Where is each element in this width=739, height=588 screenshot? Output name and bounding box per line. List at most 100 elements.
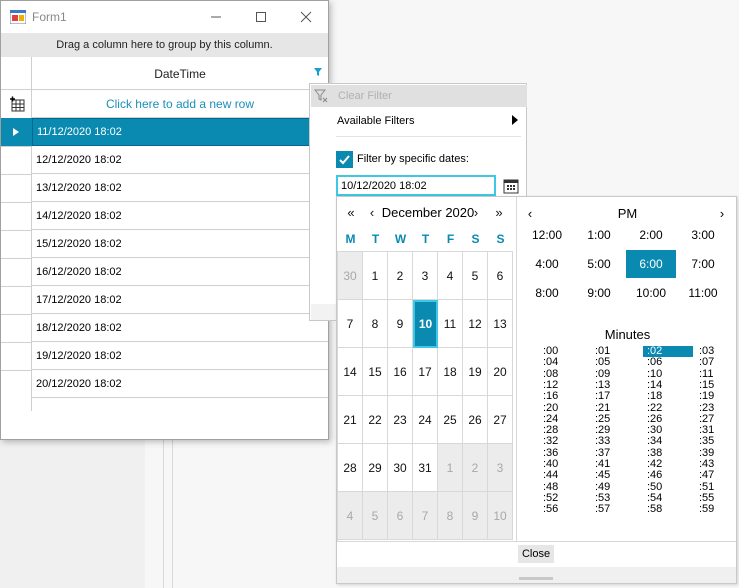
table-row[interactable]: 13/12/2020 18:02 [32,174,328,202]
hour-option[interactable]: 12:00 [522,221,572,249]
calendar-day[interactable]: 20 [488,348,513,396]
calendar-day[interactable]: 29 [363,444,388,492]
table-row[interactable]: 20/12/2020 18:02 [32,370,328,398]
filter-funnel-icon[interactable] [314,68,322,76]
calendar-day[interactable]: 27 [488,396,513,444]
hour-option[interactable]: 8:00 [522,279,572,307]
calendar-day[interactable]: 23 [388,396,413,444]
minute-option[interactable]: :08 [539,368,589,380]
minute-option[interactable]: :58 [643,504,693,515]
table-row[interactable]: 14/12/2020 18:02 [32,202,328,230]
minute-option[interactable]: :32 [539,436,589,447]
calendar-day[interactable]: 6 [388,492,413,540]
calendar-day[interactable]: 26 [463,396,488,444]
calendar-day[interactable]: 30 [338,252,363,300]
calendar-day[interactable]: 2 [463,444,488,492]
column-header-datetime[interactable]: DateTime [32,57,328,90]
minute-option[interactable]: :22 [643,402,693,414]
hour-option[interactable]: 1:00 [574,221,624,249]
hour-option[interactable]: 4:00 [522,250,572,278]
calendar-day[interactable]: 1 [363,252,388,300]
hour-option[interactable]: 9:00 [574,279,624,307]
minute-option[interactable]: :34 [643,436,693,447]
calendar-day[interactable]: 18 [438,348,463,396]
group-panel[interactable]: Drag a column here to group by this colu… [1,33,328,57]
calendar-day[interactable]: 25 [438,396,463,444]
table-row[interactable]: 11/12/2020 18:02 [32,118,328,146]
minute-option[interactable]: :45 [591,470,641,481]
next-period-button[interactable]: › [713,203,731,223]
minute-option[interactable]: :10 [643,368,693,380]
minute-option[interactable]: :16 [539,391,589,402]
calendar-day[interactable]: 5 [463,252,488,300]
minute-option[interactable]: :11 [695,368,739,380]
calendar-day[interactable]: 17 [413,348,438,396]
hour-option[interactable]: 10:00 [626,279,676,307]
table-row[interactable]: 17/12/2020 18:02 [32,286,328,314]
minute-option[interactable]: :09 [591,368,641,380]
hour-option[interactable]: 6:00 [626,250,676,278]
date-input[interactable]: 10/12/2020 18:02 [336,175,496,196]
calendar-day[interactable]: 24 [413,396,438,444]
calendar-day[interactable]: 1 [438,444,463,492]
calendar-day[interactable]: 12 [463,300,488,348]
hour-option[interactable]: 7:00 [678,250,728,278]
calendar-day[interactable]: 16 [388,348,413,396]
minute-option[interactable]: :19 [695,391,739,402]
minute-option[interactable]: :21 [591,402,641,414]
minute-option[interactable]: :20 [539,402,589,414]
minute-option[interactable]: :04 [539,357,589,368]
minute-option[interactable]: :48 [539,481,589,493]
clear-filter-item[interactable]: Clear Filter [311,85,527,107]
close-button[interactable] [283,1,328,33]
minute-option[interactable]: :35 [695,436,739,447]
calendar-day[interactable]: 3 [413,252,438,300]
hour-option[interactable]: 5:00 [574,250,624,278]
maximize-button[interactable] [238,1,283,33]
calendar-day[interactable]: 28 [338,444,363,492]
calendar-day[interactable]: 15 [363,348,388,396]
table-row[interactable]: 15/12/2020 18:02 [32,230,328,258]
resize-grip[interactable] [519,577,553,580]
calendar-day[interactable]: 7 [338,300,363,348]
next-month-button[interactable]: › [469,201,483,223]
minute-option[interactable]: :57 [591,504,641,515]
calendar-day[interactable]: 7 [413,492,438,540]
table-row[interactable]: 12/12/2020 18:02 [32,146,328,174]
calendar-day[interactable]: 9 [388,300,413,348]
calendar-day[interactable]: 11 [438,300,463,348]
minute-option[interactable]: :56 [539,504,589,515]
calendar-day[interactable]: 4 [338,492,363,540]
minute-option[interactable]: :07 [695,357,739,368]
prev-year-button[interactable]: « [341,201,361,223]
calendar-day[interactable]: 30 [388,444,413,492]
calendar-day[interactable]: 5 [363,492,388,540]
calendar-day[interactable]: 10 [413,300,438,348]
minute-option[interactable]: :46 [643,470,693,481]
hour-option[interactable]: 2:00 [626,221,676,249]
minute-option[interactable]: :51 [695,481,739,493]
calendar-day[interactable]: 9 [463,492,488,540]
calendar-day[interactable]: 21 [338,396,363,444]
minute-option[interactable]: :05 [591,357,641,368]
minute-option[interactable]: :17 [591,391,641,402]
calendar-day[interactable]: 19 [463,348,488,396]
minute-option[interactable]: :50 [643,481,693,493]
minute-option[interactable]: :47 [695,470,739,481]
calendar-day[interactable]: 31 [413,444,438,492]
table-row[interactable]: 18/12/2020 18:02 [32,314,328,342]
specific-dates-checkbox[interactable] [336,151,353,168]
add-new-row[interactable]: Click here to add a new row [32,90,328,118]
hour-option[interactable]: 3:00 [678,221,728,249]
minute-option[interactable]: :49 [591,481,641,493]
table-row[interactable]: 19/12/2020 18:02 [32,342,328,370]
minimize-button[interactable] [193,1,238,33]
calendar-day[interactable]: 8 [438,492,463,540]
available-filters-item[interactable]: Available Filters [311,109,527,133]
minute-option[interactable]: :18 [643,391,693,402]
table-row[interactable]: 16/12/2020 18:02 [32,258,328,286]
calendar-day[interactable]: 22 [363,396,388,444]
calendar-day[interactable]: 3 [488,444,513,492]
calendar-day[interactable]: 2 [388,252,413,300]
calendar-day[interactable]: 14 [338,348,363,396]
